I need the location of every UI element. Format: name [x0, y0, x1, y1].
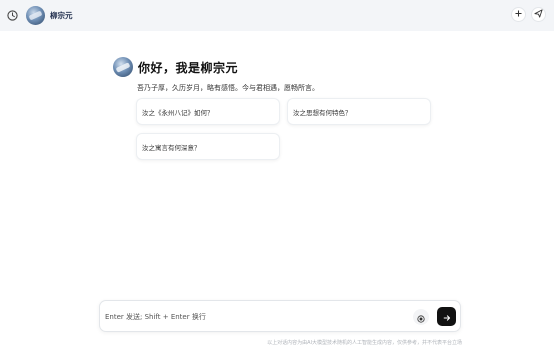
- chat-title: 柳宗元: [50, 11, 73, 20]
- greeting-title: 你好，我是柳宗元: [138, 60, 239, 75]
- greeting: 你好，我是柳宗元 吾乃子厚，久历岁月，略有感悟。今与君相遇，愿畅所言。: [113, 57, 319, 93]
- stop-button[interactable]: [413, 309, 429, 325]
- suggestion-label: 汝之思想有何特色？: [293, 108, 352, 117]
- arrow-right-icon: [443, 307, 451, 326]
- message-input[interactable]: Enter 发送; Shift + Enter 换行: [105, 312, 206, 322]
- stop-icon: [417, 308, 425, 327]
- suggestion-label: 汝之寓言有何深意？: [142, 143, 201, 152]
- avatar: [113, 57, 133, 77]
- send-button[interactable]: [437, 307, 456, 326]
- message-composer[interactable]: Enter 发送; Shift + Enter 换行: [99, 300, 461, 332]
- top-bar: 柳宗元: [0, 0, 554, 31]
- send-icon: [534, 8, 543, 21]
- disclaimer: 以上对话内容为由AI大模型技术随机的人工智能生成内容，仅供参考，并不代表平台立场: [267, 340, 462, 346]
- avatar: [26, 6, 45, 25]
- suggestion-card[interactable]: 汝之《永州八记》如何？: [136, 98, 280, 125]
- plus-icon: [515, 9, 522, 20]
- suggestion-card[interactable]: 汝之寓言有何深意？: [136, 133, 280, 160]
- suggestion-card[interactable]: 汝之思想有何特色？: [287, 98, 431, 125]
- suggestion-label: 汝之《永州八记》如何？: [142, 108, 214, 117]
- share-button[interactable]: [531, 7, 546, 22]
- greeting-subtitle: 吾乃子厚，久历岁月，略有感悟。今与君相遇，愿畅所言。: [137, 84, 319, 92]
- new-chat-button[interactable]: [511, 7, 526, 22]
- clock-icon[interactable]: [6, 9, 19, 22]
